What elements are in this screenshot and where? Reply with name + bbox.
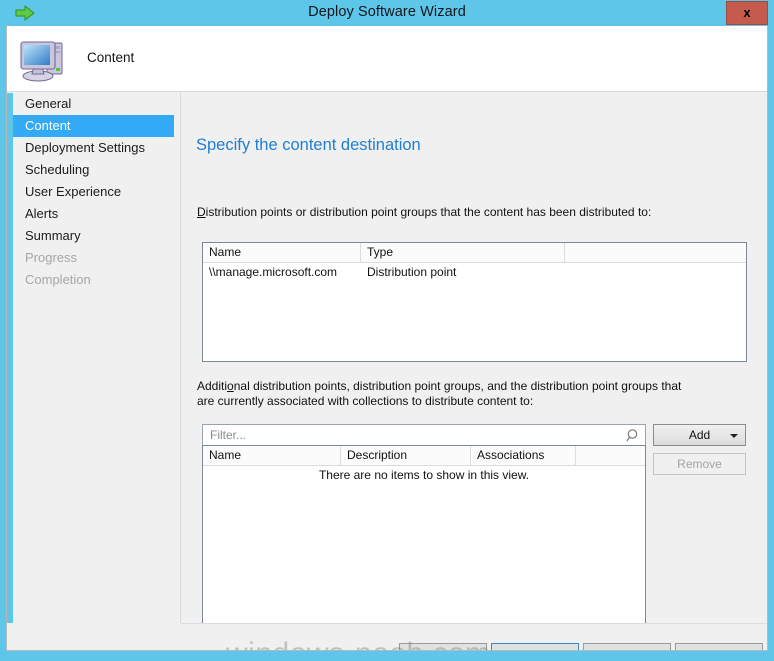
- sidebar-item-content[interactable]: Content: [13, 115, 174, 137]
- header-title: Content: [87, 50, 135, 65]
- column-header-description[interactable]: Description: [341, 446, 471, 465]
- sidebar-item-progress: Progress: [25, 250, 78, 265]
- remove-button: Remove: [653, 453, 746, 475]
- filter-input[interactable]: [203, 425, 621, 445]
- header-banner: Content: [7, 26, 767, 92]
- column-header-blank[interactable]: [576, 446, 645, 465]
- sidebar-item-deployment-settings[interactable]: Deployment Settings: [13, 137, 174, 159]
- page-title: Specify the content destination: [196, 136, 421, 154]
- listview-header: Name Description Associations: [203, 446, 645, 466]
- search-icon[interactable]: [626, 428, 641, 443]
- summary-button[interactable]: Summary: [583, 643, 671, 650]
- client-area: Content General Content Deployment Setti…: [6, 26, 768, 651]
- cancel-button[interactable]: Cancel: [675, 643, 763, 650]
- distributed-list-label: Distribution points or distribution poin…: [197, 205, 757, 220]
- additional-points-label: Additional distribution points, distribu…: [197, 379, 693, 409]
- listview-header: Name Type: [203, 243, 746, 263]
- add-button-label: Add: [688, 428, 711, 442]
- additional-points-listview[interactable]: Name Description Associations There are …: [202, 445, 646, 650]
- column-header-associations[interactable]: Associations: [471, 446, 576, 465]
- sidebar-item-scheduling[interactable]: Scheduling: [13, 159, 174, 181]
- previous-button[interactable]: < Previous: [399, 643, 487, 650]
- next-button[interactable]: Next >: [491, 643, 579, 650]
- sidebar-item-alerts[interactable]: Alerts: [13, 203, 174, 225]
- additional-label-pre: Additi: [197, 379, 228, 393]
- empty-list-message: There are no items to show in this view.: [318, 468, 530, 482]
- column-header-blank[interactable]: [565, 243, 746, 262]
- window-title: Deploy Software Wizard: [308, 4, 466, 20]
- footer-bar: < Previous Next > Summary Cancel: [181, 624, 767, 650]
- sidebar-item-general[interactable]: General: [13, 93, 174, 115]
- sidebar-item-user-experience[interactable]: User Experience: [13, 181, 174, 203]
- chevron-down-icon[interactable]: [730, 434, 738, 438]
- add-button[interactable]: Add: [653, 424, 746, 446]
- wizard-window: Deploy Software Wizard x Content General…: [0, 0, 774, 661]
- column-header-type[interactable]: Type: [361, 243, 565, 262]
- distributed-label-rest: istribution points or distribution point…: [205, 205, 652, 219]
- title-bar: Deploy Software Wizard x: [0, 0, 774, 26]
- column-header-name[interactable]: Name: [203, 446, 341, 465]
- cell-name: \\manage.microsoft.com: [209, 265, 338, 279]
- distributed-label-accel: D: [197, 205, 206, 219]
- wizard-step-list: General Content Deployment Settings Sche…: [7, 93, 174, 623]
- table-row[interactable]: \\manage.microsoft.com Distribution poin…: [203, 263, 746, 281]
- computer-icon: [17, 34, 69, 84]
- additional-label-accel: o: [227, 379, 234, 393]
- column-header-name[interactable]: Name: [203, 243, 361, 262]
- additional-label-rest: nal distribution points, distribution po…: [197, 379, 682, 408]
- sidebar-item-completion: Completion: [25, 272, 91, 287]
- sidebar-item-summary[interactable]: Summary: [13, 225, 174, 247]
- main-pane: Specify the content destination Distribu…: [181, 93, 767, 650]
- distributed-points-listview[interactable]: Name Type \\manage.microsoft.com Distrib…: [202, 242, 747, 362]
- close-button[interactable]: x: [726, 1, 768, 25]
- cell-type: Distribution point: [367, 265, 457, 279]
- filter-box[interactable]: [202, 424, 646, 446]
